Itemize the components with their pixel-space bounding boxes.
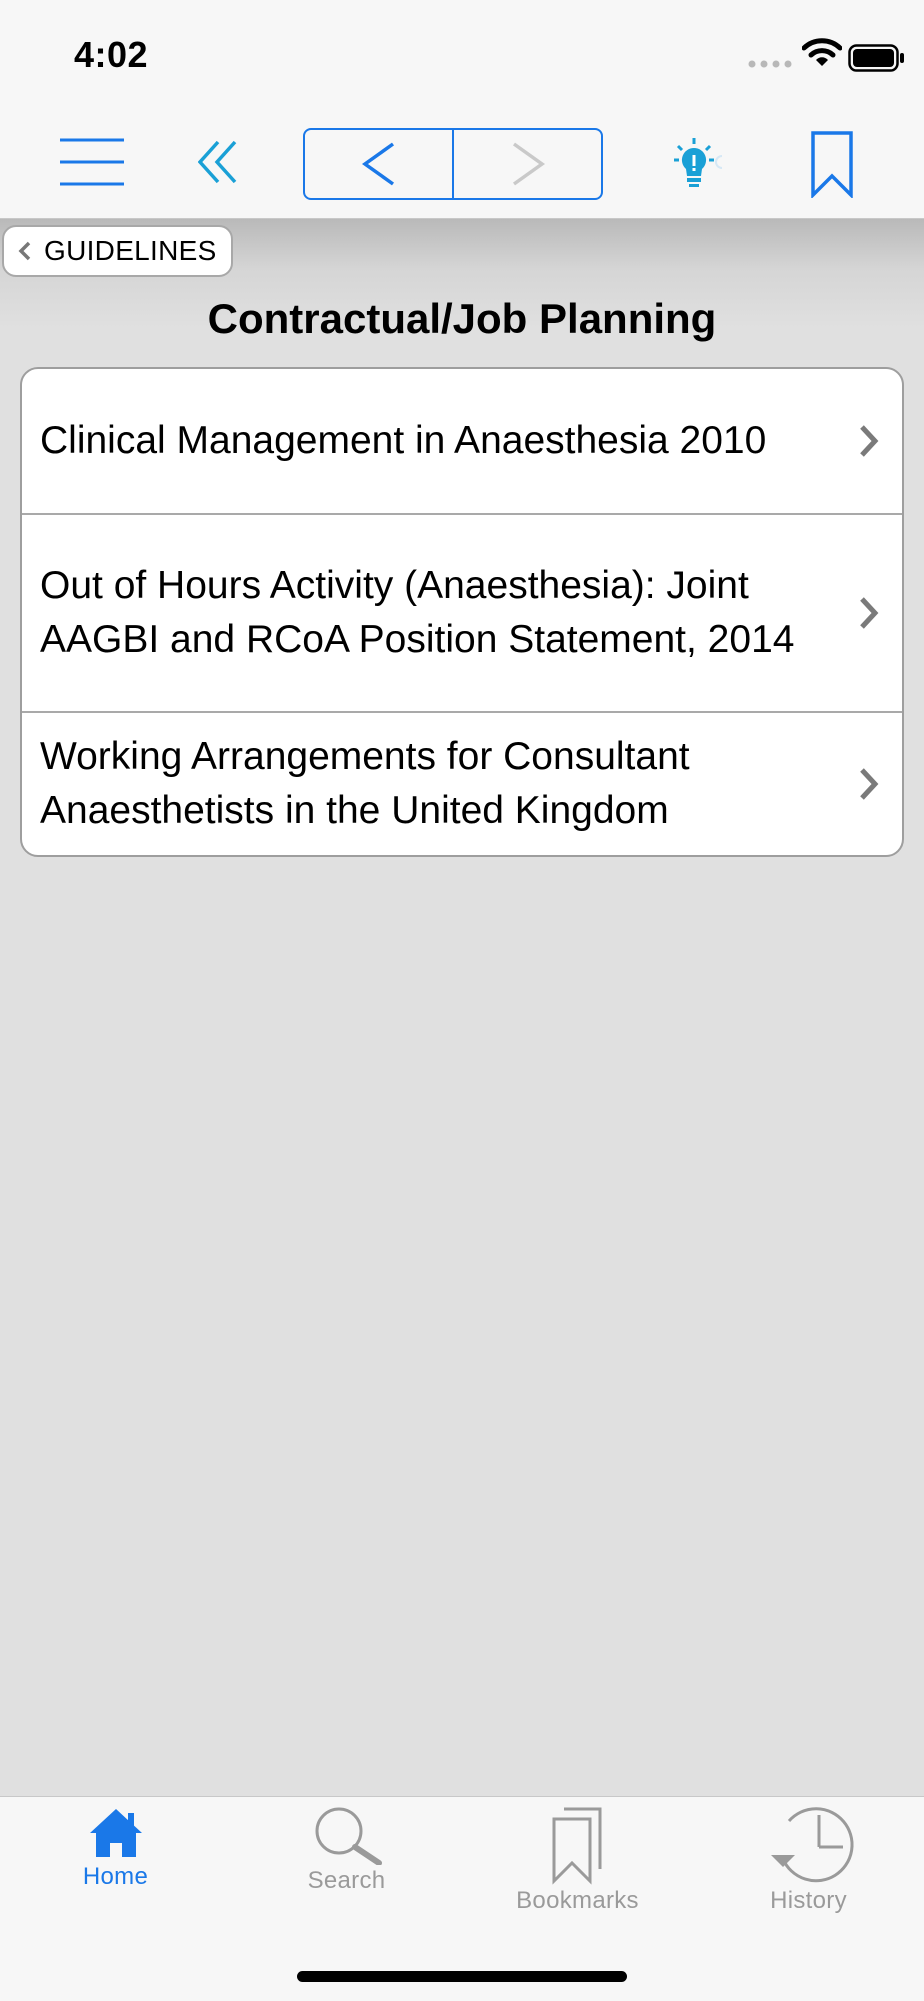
back-button[interactable] [305,130,452,198]
tab-search[interactable]: Search [231,1797,462,1927]
status-bar: 4:02 [0,0,924,108]
tab-bookmarks[interactable]: Bookmarks [462,1797,693,1927]
list-item[interactable]: Out of Hours Activity (Anaesthesia): Joi… [22,513,902,711]
chevron-left-icon [18,241,31,261]
list-item[interactable]: Clinical Management in Anaesthesia 2010 [22,369,902,513]
home-indicator [297,1971,627,1982]
chevron-right-icon [860,597,879,629]
back-arrow-icon [361,142,394,186]
bookmark-icon [811,131,853,198]
double-chevron-left-icon [198,140,237,184]
tab-label: History [770,1887,847,1914]
lightbulb-tip-icon [674,138,723,187]
home-icon [89,1809,142,1857]
status-time: 4:02 [74,34,149,75]
search-icon [315,1807,382,1865]
forward-arrow-icon [512,142,545,186]
menu-button[interactable] [56,134,128,190]
tip-button[interactable] [668,132,748,192]
menu-icon [60,138,124,186]
toolbar [0,108,924,219]
tab-label: Search [307,1867,386,1894]
breadcrumb-back-button[interactable]: GUIDELINES [2,225,233,277]
breadcrumb-label: GUIDELINES [44,235,217,266]
list-item-label: Clinical Management in Anaesthesia 2010 [40,419,767,462]
tab-home[interactable]: Home [0,1797,231,1927]
tab-label: Home [82,1863,149,1890]
list-item-label: Working Arrangements for Consultant Anae… [40,735,690,832]
battery-icon [848,44,904,72]
tab-label: Bookmarks [516,1887,639,1914]
forward-button[interactable] [452,130,601,198]
history-icon [770,1807,854,1883]
guideline-list: Clinical Management in Anaesthesia 2010 … [20,367,904,857]
list-item[interactable]: Working Arrangements for Consultant Anae… [22,711,902,855]
wifi-icon [802,38,842,66]
back-forward-control [303,128,603,200]
chevron-right-icon [860,425,879,457]
tab-history[interactable]: History [693,1797,924,1927]
cellular-signal-icon [748,60,792,68]
page-title: Contractual/Job Planning [207,295,717,342]
back-to-start-button[interactable] [190,134,246,190]
chevron-right-icon [860,768,879,800]
main-content: GUIDELINES Contractual/Job Planning Clin… [0,219,924,1796]
list-item-label: Out of Hours Activity (Anaesthesia): Joi… [40,564,795,661]
bookmark-button[interactable] [804,128,860,200]
bookmarks-icon [552,1807,601,1885]
